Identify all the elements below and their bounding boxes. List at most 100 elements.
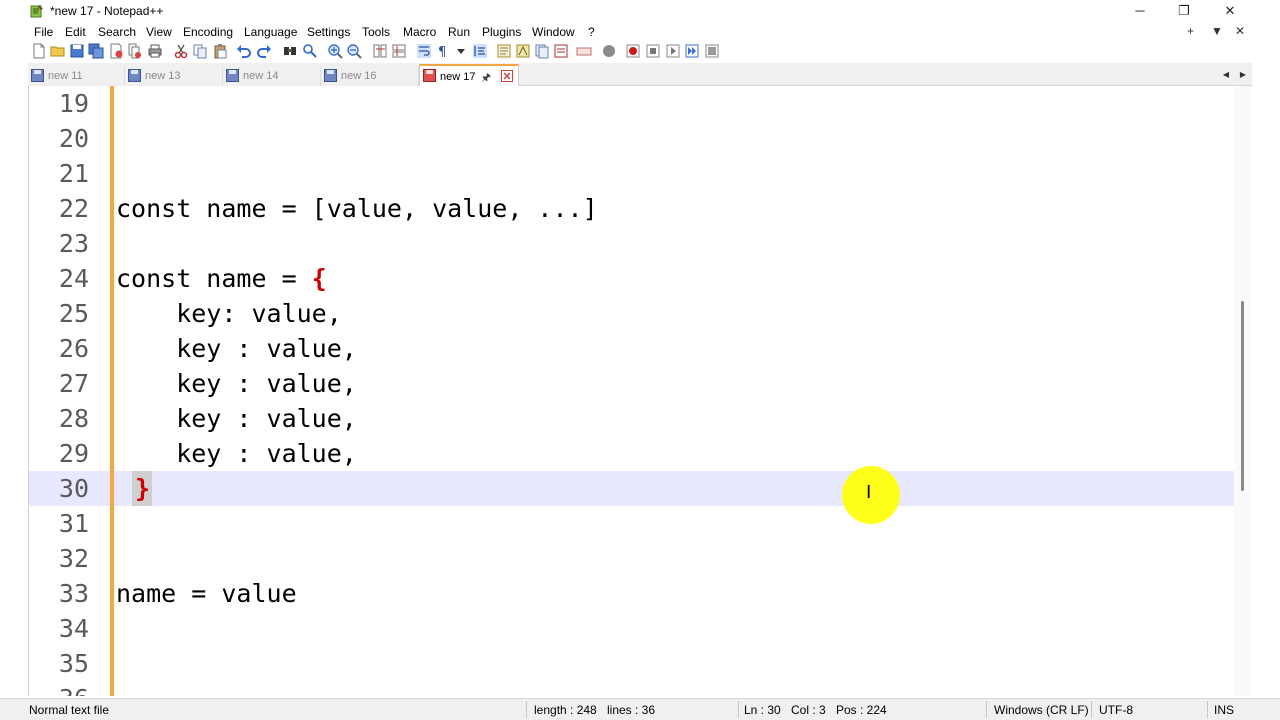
- line-number: 24: [58, 264, 89, 293]
- menu-search[interactable]: Search: [98, 25, 136, 39]
- zoom-in-icon[interactable]: [327, 43, 343, 59]
- line-number: 26: [58, 334, 89, 363]
- menu-plugins[interactable]: Plugins: [482, 25, 521, 39]
- undo-icon[interactable]: [236, 43, 252, 59]
- menu-macro[interactable]: Macro: [403, 25, 436, 39]
- document-list-icon[interactable]: [553, 43, 569, 59]
- editor-line: 22 const name = [value, value, ...]: [29, 191, 1234, 226]
- code-text: key : value,: [116, 369, 357, 398]
- show-all-chars-icon[interactable]: ¶: [435, 43, 451, 59]
- replace-icon[interactable]: [302, 43, 318, 59]
- vertical-scrollbar[interactable]: [1234, 86, 1252, 696]
- scrollbar-thumb[interactable]: [1241, 301, 1244, 491]
- tab-scroll-right-icon[interactable]: ▶: [1235, 67, 1251, 82]
- current-line: 30 }: [29, 471, 1234, 506]
- close-doc-icon[interactable]: ✕: [1235, 24, 1245, 38]
- redo-icon[interactable]: [256, 43, 272, 59]
- status-eol[interactable]: Windows (CR LF): [994, 703, 1089, 717]
- find-icon[interactable]: [282, 43, 298, 59]
- new-file-icon[interactable]: [31, 43, 47, 59]
- status-insert-mode[interactable]: INS: [1214, 703, 1234, 717]
- menu-tools[interactable]: Tools: [362, 25, 390, 39]
- line-number: 35: [58, 649, 89, 678]
- restore-button[interactable]: ❐: [1161, 0, 1207, 22]
- line-number: 32: [58, 544, 89, 573]
- indent-guide-dropdown-icon[interactable]: [453, 43, 469, 59]
- text-cursor-icon: I: [866, 482, 872, 503]
- print-icon[interactable]: [147, 43, 163, 59]
- menu-file[interactable]: File: [34, 25, 53, 39]
- zoom-out-icon[interactable]: [346, 43, 362, 59]
- line-number: 30: [58, 474, 89, 503]
- unsaved-file-icon: [423, 69, 436, 82]
- editor-line: 33 name = value: [29, 576, 1234, 611]
- code-text: key : value,: [116, 439, 357, 468]
- editor-line: 34: [29, 611, 1234, 646]
- line-number: 27: [58, 369, 89, 398]
- save-icon[interactable]: [69, 43, 85, 59]
- tab-label: new 14: [243, 70, 279, 82]
- run-macro-multiple-icon[interactable]: [684, 43, 700, 59]
- tab-new-17[interactable]: new 17 🖈: [419, 64, 519, 86]
- record-macro-red-icon[interactable]: [625, 43, 641, 59]
- tab-new-11[interactable]: new 11: [28, 66, 125, 86]
- tab-new-13[interactable]: new 13: [125, 66, 223, 86]
- new-tab-plus-icon[interactable]: +: [1187, 24, 1194, 38]
- function-list-icon[interactable]: [496, 43, 512, 59]
- close-all-icon[interactable]: [127, 43, 143, 59]
- tab-list-chevron-down-icon[interactable]: ▼: [1211, 24, 1223, 38]
- menu-language[interactable]: Language: [244, 25, 297, 39]
- status-col: Col : 3: [791, 703, 826, 717]
- menu-encoding[interactable]: Encoding: [183, 25, 233, 39]
- close-brace: }: [135, 474, 151, 503]
- status-separator: [526, 701, 527, 718]
- status-encoding[interactable]: UTF-8: [1099, 703, 1133, 717]
- tab-label: new 11: [48, 70, 83, 82]
- code-text: name = value: [116, 579, 297, 608]
- menu-view[interactable]: View: [146, 25, 172, 39]
- line-number: 34: [58, 614, 89, 643]
- editor-area[interactable]: 19 20 21 22 const name = [value, value, …: [28, 86, 1252, 696]
- cut-icon[interactable]: [173, 43, 189, 59]
- line-number: 25: [58, 299, 89, 328]
- line-number: 22: [58, 194, 89, 223]
- stop-macro-icon[interactable]: [645, 43, 661, 59]
- word-wrap-icon[interactable]: [416, 43, 432, 59]
- save-macro-icon[interactable]: [704, 43, 720, 59]
- menu-edit[interactable]: Edit: [65, 25, 86, 39]
- save-all-icon[interactable]: [88, 43, 104, 59]
- editor-line: 21: [29, 156, 1234, 191]
- open-file-icon[interactable]: [50, 43, 66, 59]
- doc-map-icon[interactable]: [515, 43, 531, 59]
- tab-new-16[interactable]: new 16: [321, 66, 419, 86]
- menu-bar: File Edit Search View Encoding Language …: [28, 22, 1252, 42]
- menu-window[interactable]: Window: [532, 25, 575, 39]
- close-tab-icon[interactable]: [501, 70, 513, 82]
- menu-settings[interactable]: Settings: [307, 25, 350, 39]
- sync-horizontal-icon[interactable]: [391, 43, 407, 59]
- menu-run[interactable]: Run: [448, 25, 470, 39]
- indent-guide-icon[interactable]: [472, 43, 488, 59]
- code-text: key : value,: [116, 334, 357, 363]
- saved-file-icon: [226, 69, 239, 82]
- code-text: }: [135, 471, 150, 506]
- tab-scroll-left-icon[interactable]: ◀: [1218, 67, 1234, 82]
- menu-help[interactable]: ?: [588, 25, 595, 39]
- copy-icon[interactable]: [192, 43, 208, 59]
- minimize-button[interactable]: ─: [1117, 0, 1163, 22]
- code-text: const name = {: [116, 261, 327, 296]
- saved-file-icon: [128, 69, 141, 82]
- paste-icon[interactable]: [212, 43, 228, 59]
- tab-new-14[interactable]: new 14: [223, 66, 321, 86]
- close-window-button[interactable]: ✕: [1207, 0, 1253, 22]
- tab-bar: new 11 new 13 new 14 new 16 new 17 🖈 ◀ ▶: [28, 63, 1252, 86]
- change-history-margin: [110, 86, 114, 696]
- status-separator: [986, 701, 987, 718]
- play-macro-icon[interactable]: [665, 43, 681, 59]
- close-file-icon[interactable]: [108, 43, 124, 59]
- folder-workspace-icon[interactable]: [534, 43, 550, 59]
- monitoring-icon[interactable]: [576, 43, 592, 59]
- record-macro-icon[interactable]: [601, 43, 617, 59]
- sync-vertical-icon[interactable]: [372, 43, 388, 59]
- editor-line: 36: [29, 681, 1234, 696]
